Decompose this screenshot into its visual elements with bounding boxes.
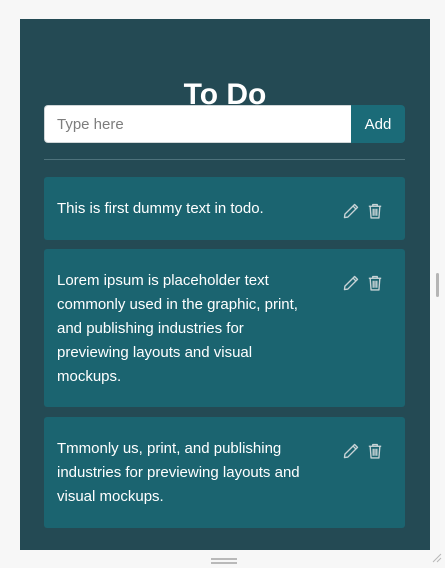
trash-icon[interactable]	[366, 442, 384, 460]
trash-icon[interactable]	[366, 202, 384, 220]
divider	[44, 159, 405, 160]
list-item: Tmmonly us, print, and publishing indust…	[44, 417, 405, 528]
resize-grip-icon[interactable]	[211, 558, 237, 564]
todo-text: Tmmonly us, print, and publishing indust…	[57, 440, 300, 505]
corner-resize-icon[interactable]	[430, 550, 442, 563]
todo-text: Lorem ipsum is placeholder text commonly…	[57, 272, 298, 385]
item-actions	[342, 442, 384, 460]
add-button[interactable]: Add	[351, 105, 405, 143]
task-input[interactable]	[44, 105, 351, 143]
item-actions	[342, 202, 384, 220]
scroll-handle[interactable]	[436, 273, 439, 297]
todo-text: This is first dummy text in todo.	[57, 200, 264, 217]
add-task-form: Add	[44, 105, 405, 143]
list-item: This is first dummy text in todo.	[44, 177, 405, 240]
todo-panel: To Do Add This is first dummy text in to…	[20, 19, 430, 550]
item-actions	[342, 274, 384, 292]
pencil-icon[interactable]	[342, 274, 360, 292]
list-item: Lorem ipsum is placeholder text commonly…	[44, 249, 405, 407]
pencil-icon[interactable]	[342, 442, 360, 460]
pencil-icon[interactable]	[342, 202, 360, 220]
trash-icon[interactable]	[366, 274, 384, 292]
